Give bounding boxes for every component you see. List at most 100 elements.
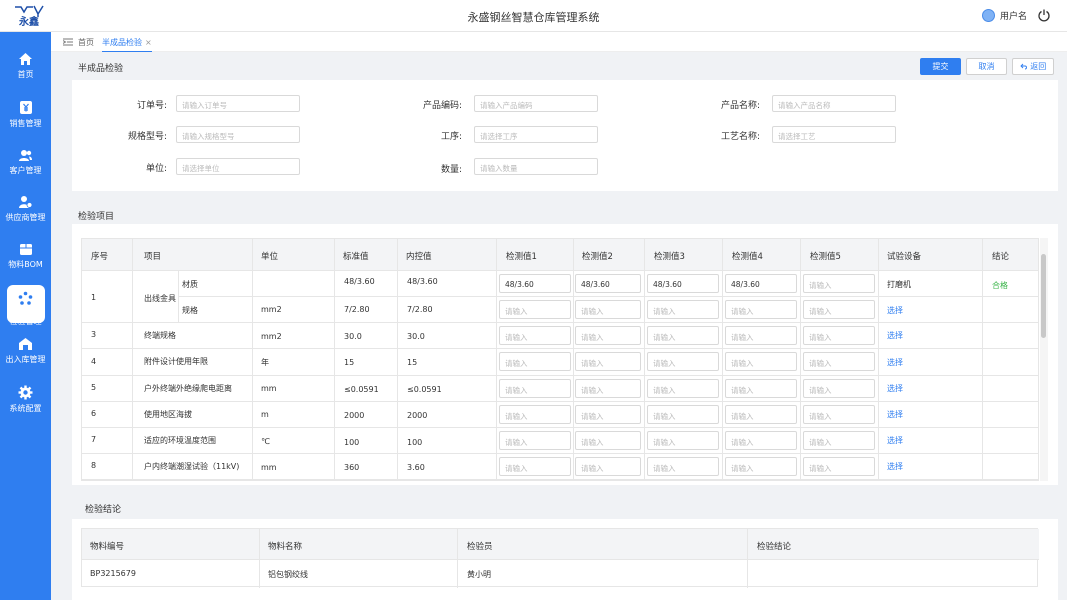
page-title: 半成品检验	[78, 64, 124, 74]
value-3-input[interactable]: 请输入	[647, 300, 719, 319]
value-1-input[interactable]: 请输入	[499, 379, 571, 398]
table-scrollbar-thumb[interactable]	[1041, 254, 1046, 338]
row-no: 3	[91, 330, 97, 339]
col-v1: 检测值1	[506, 252, 537, 262]
tab-home[interactable]: 首页	[78, 37, 94, 48]
order-no-label: 订单号:	[136, 101, 167, 111]
value-5-input[interactable]: 请输入	[803, 431, 875, 450]
value-2-input[interactable]: 请输入	[575, 300, 641, 319]
row-item: 出线金具	[144, 294, 176, 303]
value-2-input[interactable]: 请输入	[575, 352, 641, 371]
row-sub-item: 材质	[182, 280, 198, 289]
sidebar-item-label: 销售管理	[9, 119, 42, 128]
value-3-input[interactable]: 请输入	[647, 457, 719, 476]
cancel-button[interactable]: 取消	[966, 58, 1007, 75]
back-button[interactable]: 返回	[1012, 58, 1054, 75]
sidebar-item-customers[interactable]: 客户管理	[0, 149, 51, 176]
row-unit: mm2	[261, 305, 282, 314]
value-1-input[interactable]: 48/3.60	[499, 274, 571, 293]
value-5-input[interactable]: 请输入	[803, 300, 875, 319]
product-code-input[interactable]: 请输入产品编码	[474, 95, 598, 112]
sidebar-item-settings[interactable]: 系统配置	[0, 385, 51, 414]
value-2-input[interactable]: 请输入	[575, 326, 641, 345]
value-2-input[interactable]: 请输入	[575, 457, 641, 476]
order-no-input[interactable]: 请输入订单号	[176, 95, 300, 112]
user-menu[interactable]: 用户名	[981, 9, 1027, 22]
conclusion-card: 物料编号 物料名称 检验员 检验结论 BP3215679 铝包钢绞线 黄小明	[72, 519, 1058, 600]
row-unit: m	[261, 410, 269, 419]
quantity-input[interactable]: 请输入数量	[474, 158, 598, 175]
row-item: 使用地区海拔	[144, 410, 192, 419]
col-v2: 检测值2	[582, 252, 613, 262]
col-conclusion: 检验结论	[757, 542, 792, 552]
value-4-input[interactable]: 48/3.60	[725, 274, 797, 293]
value-1-input[interactable]: 请输入	[499, 300, 571, 319]
value-1-input[interactable]: 请输入	[499, 326, 571, 345]
value-5-input[interactable]: 请输入	[803, 274, 875, 293]
select-equip-link[interactable]: 选择	[887, 461, 903, 472]
value-4-input[interactable]: 请输入	[725, 300, 797, 319]
select-equip-link[interactable]: 选择	[887, 383, 903, 394]
select-equip-link[interactable]: 选择	[887, 357, 903, 368]
value-1-input[interactable]: 请输入	[499, 405, 571, 424]
value-2-input[interactable]: 48/3.60	[575, 274, 641, 293]
value-5-input[interactable]: 请输入	[803, 379, 875, 398]
menu-fold-icon[interactable]	[63, 38, 73, 46]
value-2-input[interactable]: 请输入	[575, 379, 641, 398]
value-4-input[interactable]: 请输入	[725, 326, 797, 345]
col-v4: 检测值4	[732, 252, 763, 262]
value-5-input[interactable]: 请输入	[803, 326, 875, 345]
sidebar-item-home[interactable]: 首页	[0, 52, 51, 80]
value-4-input[interactable]: 请输入	[725, 431, 797, 450]
spec-model-input[interactable]: 请输入规格型号	[176, 126, 300, 143]
close-icon[interactable]: ×	[145, 38, 152, 47]
unit-select[interactable]: 请选择单位	[176, 158, 300, 175]
value-1-input[interactable]: 请输入	[499, 457, 571, 476]
value-5-input[interactable]: 请输入	[803, 457, 875, 476]
value-3-input[interactable]: 请输入	[647, 431, 719, 450]
process-select[interactable]: 请选择工序	[474, 126, 598, 143]
warehouse-icon	[19, 338, 32, 350]
value-2-input[interactable]: 请输入	[575, 405, 641, 424]
sidebar-item-sales[interactable]: 销售管理	[0, 100, 51, 129]
row-unit: mm2	[261, 332, 282, 341]
value-4-input[interactable]: 请输入	[725, 352, 797, 371]
value-3-input[interactable]: 请输入	[647, 405, 719, 424]
value-4-input[interactable]: 请输入	[725, 405, 797, 424]
sidebar-item-warehouse[interactable]: 出入库管理	[0, 337, 51, 365]
select-equip-link[interactable]: 选择	[887, 409, 903, 420]
row-no: 8	[91, 461, 97, 470]
value-4-input[interactable]: 请输入	[725, 379, 797, 398]
tab-current[interactable]: 半成品检验 ×	[102, 37, 152, 52]
select-equip-link[interactable]: 选择	[887, 330, 903, 341]
select-equip-link[interactable]: 选择	[887, 305, 903, 316]
select-equip-link[interactable]: 选择	[887, 435, 903, 446]
sidebar-item-inspection[interactable]: 检验管理	[0, 285, 51, 327]
value-3-input[interactable]: 请输入	[647, 352, 719, 371]
power-icon[interactable]	[1037, 8, 1051, 22]
col-std: 标准值	[343, 252, 369, 262]
value-3-input[interactable]: 48/3.60	[647, 274, 719, 293]
col-no: 序号	[91, 252, 109, 262]
row-ctrl: 100	[407, 438, 423, 447]
row-ctrl: 7/2.80	[407, 305, 433, 314]
craft-name-select[interactable]: 请选择工艺	[772, 126, 896, 143]
product-name-input[interactable]: 请输入产品名称	[772, 95, 896, 112]
col-material-name: 物料名称	[268, 542, 303, 552]
value-5-input[interactable]: 请输入	[803, 405, 875, 424]
value-5-input[interactable]: 请输入	[803, 352, 875, 371]
sidebar-item-suppliers[interactable]: 供应商管理	[0, 195, 51, 223]
users-icon	[19, 150, 32, 161]
sidebar-item-label: 出入库管理	[5, 355, 46, 364]
value-3-input[interactable]: 请输入	[647, 379, 719, 398]
value-3-input[interactable]: 请输入	[647, 326, 719, 345]
value-2-input[interactable]: 请输入	[575, 431, 641, 450]
sidebar-item-label: 客户管理	[9, 166, 42, 175]
submit-button[interactable]: 提交	[920, 58, 961, 75]
row-item: 附件设计使用年限	[144, 357, 208, 366]
value-4-input[interactable]: 请输入	[725, 457, 797, 476]
value-1-input[interactable]: 请输入	[499, 431, 571, 450]
sidebar-item-bom[interactable]: 物料BOM	[0, 242, 51, 270]
row-std: 2000	[344, 411, 365, 420]
value-1-input[interactable]: 请输入	[499, 352, 571, 371]
